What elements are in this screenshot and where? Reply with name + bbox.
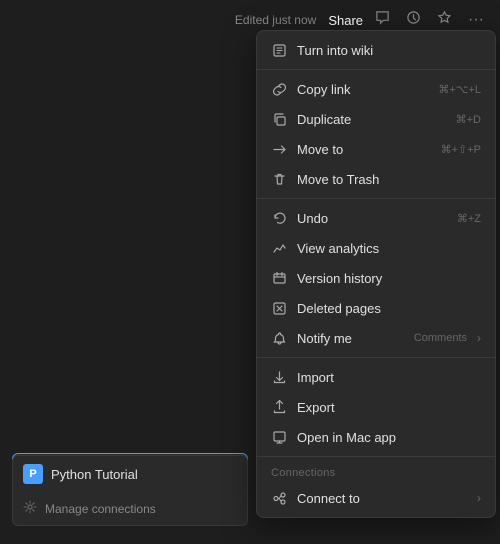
notify-me-submenu: Comments [414,332,467,344]
menu-item-view-analytics[interactable]: View analytics [257,233,495,263]
menu-item-move-to[interactable]: Move to ⌘+⇧+P [257,134,495,164]
copy-link-shortcut: ⌘+⌥+L [438,83,481,96]
mac-icon [271,429,287,445]
gear-icon [23,500,37,517]
copy-link-label: Copy link [297,82,428,97]
undo-shortcut: ⌘+Z [457,212,481,225]
connections-section-header: Connections [257,461,495,483]
history-icon [271,270,287,286]
duplicate-shortcut: ⌘+D [456,113,481,126]
turn-into-wiki-label: Turn into wiki [297,43,481,58]
undo-label: Undo [297,211,447,226]
connect-to-arrow: › [477,491,481,505]
more-icon[interactable]: ··· [464,9,488,31]
clock-icon[interactable] [402,8,425,32]
link-icon [271,81,287,97]
deleted-pages-label: Deleted pages [297,301,481,316]
menu-item-export[interactable]: Export [257,392,495,422]
menu-item-move-to-trash[interactable]: Move to Trash [257,164,495,194]
export-icon [271,399,287,415]
divider-2 [257,198,495,199]
deleted-icon [271,300,287,316]
search-results: P Python Tutorial Manage connections [12,455,248,526]
open-in-mac-label: Open in Mac app [297,430,481,445]
move-to-trash-label: Move to Trash [297,172,481,187]
menu-item-connect-to[interactable]: Connect to › [257,483,495,513]
menu-item-copy-link[interactable]: Copy link ⌘+⌥+L [257,74,495,104]
list-item[interactable]: P Python Tutorial [13,456,247,492]
manage-connections-item[interactable]: Manage connections [13,492,247,525]
wiki-icon [271,42,287,58]
menu-item-import[interactable]: Import [257,362,495,392]
divider-3 [257,357,495,358]
connect-to-label: Connect to [297,491,467,506]
result-label: Python Tutorial [51,467,138,482]
import-icon [271,369,287,385]
undo-icon [271,210,287,226]
manage-connections-label: Manage connections [45,502,156,516]
version-history-label: Version history [297,271,481,286]
share-button[interactable]: Share [328,13,363,28]
notify-icon [271,330,287,346]
notify-me-label: Notify me [297,331,404,346]
menu-item-version-history[interactable]: Version history [257,263,495,293]
trash-icon [271,171,287,187]
edit-status: Edited just now [235,13,316,27]
context-menu: Turn into wiki Copy link ⌘+⌥+L Duplicate… [256,30,496,518]
duplicate-icon [271,111,287,127]
result-icon: P [23,464,43,484]
view-analytics-label: View analytics [297,241,481,256]
connect-icon [271,490,287,506]
menu-item-notify-me[interactable]: Notify me Comments › [257,323,495,353]
move-to-shortcut: ⌘+⇧+P [441,143,481,156]
menu-item-open-in-mac[interactable]: Open in Mac app [257,422,495,452]
comment-icon[interactable] [371,8,394,32]
move-to-label: Move to [297,142,431,157]
menu-item-duplicate[interactable]: Duplicate ⌘+D [257,104,495,134]
menu-item-turn-into-wiki[interactable]: Turn into wiki [257,35,495,65]
export-label: Export [297,400,481,415]
duplicate-label: Duplicate [297,112,446,127]
star-icon[interactable] [433,8,456,32]
menu-item-deleted-pages[interactable]: Deleted pages [257,293,495,323]
notify-me-arrow: › [477,331,481,345]
analytics-icon [271,240,287,256]
divider-4 [257,456,495,457]
import-label: Import [297,370,481,385]
menu-item-undo[interactable]: Undo ⌘+Z [257,203,495,233]
move-icon [271,141,287,157]
divider-1 [257,69,495,70]
